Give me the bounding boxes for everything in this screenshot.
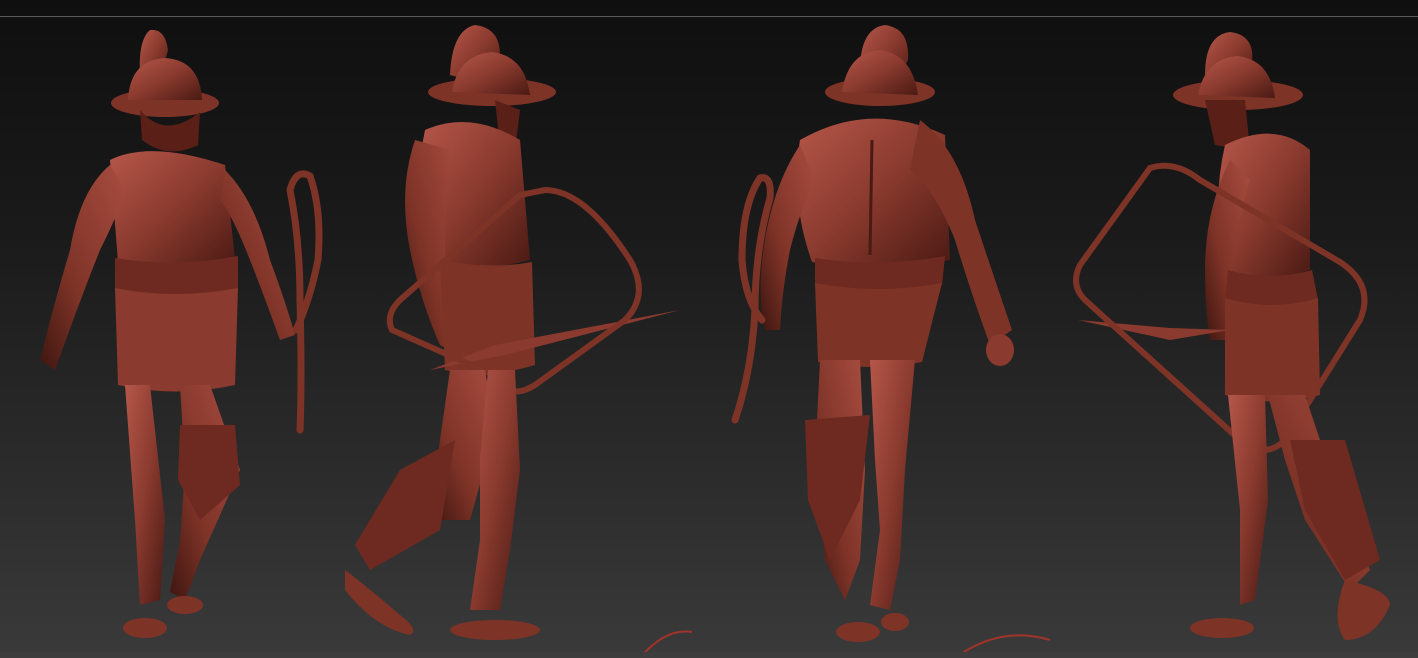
sculpt-viewport[interactable] [0, 0, 1418, 658]
gladiator-figure-side-right [1073, 32, 1390, 640]
gladiator-figure-side [345, 25, 680, 640]
viewport-bottom-bar [0, 652, 1418, 658]
gladiator-figure-back [731, 25, 1014, 642]
gladiator-figure-front [40, 29, 323, 638]
render-canvas [40, 25, 1390, 658]
